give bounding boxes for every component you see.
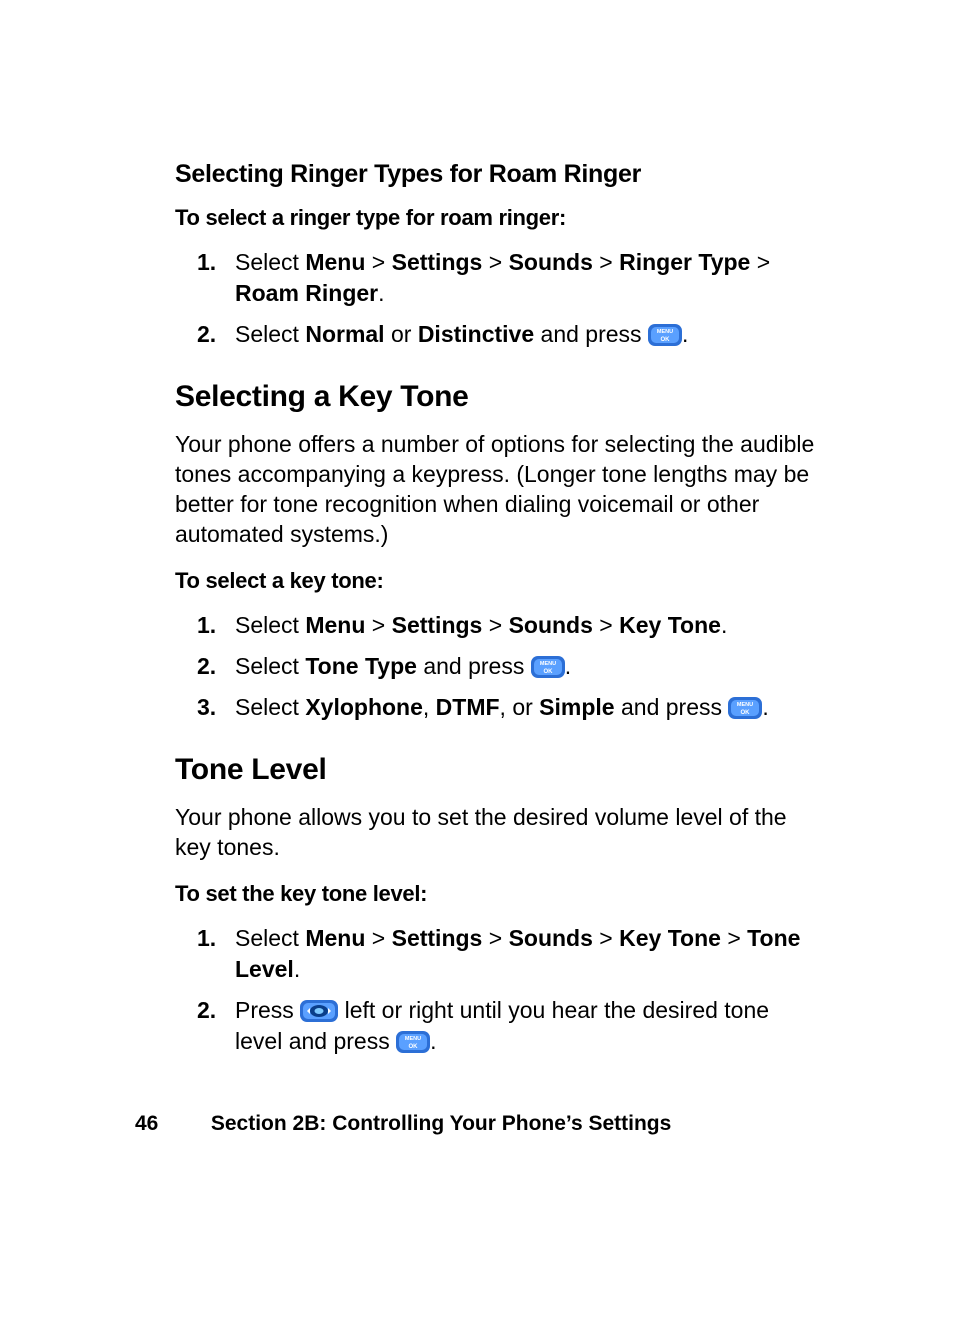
text: and press bbox=[534, 321, 648, 347]
roam-ringer-label: Roam Ringer bbox=[235, 280, 378, 306]
step-2: 2. Press left or right until you hear th… bbox=[235, 995, 819, 1057]
step-number: 1. bbox=[197, 247, 216, 278]
svg-text:OK: OK bbox=[543, 669, 553, 675]
intro-roam-ringer: To select a ringer type for roam ringer: bbox=[175, 205, 819, 231]
menu-ok-button-icon: MENU OK bbox=[396, 1031, 430, 1053]
svg-text:MENU: MENU bbox=[737, 702, 753, 708]
steps-roam-ringer: 1. Select Menu > Settings > Sounds > Rin… bbox=[175, 247, 819, 350]
sep: > bbox=[593, 249, 619, 275]
key-tone-label: Key Tone bbox=[619, 925, 721, 951]
text: , bbox=[423, 694, 436, 720]
menu-label: Menu bbox=[305, 249, 365, 275]
sep: > bbox=[721, 925, 747, 951]
text: or bbox=[385, 321, 418, 347]
intro-key-tone: To select a key tone: bbox=[175, 568, 819, 594]
settings-label: Settings bbox=[392, 249, 483, 275]
sep: > bbox=[365, 612, 391, 638]
sep: > bbox=[750, 249, 770, 275]
section-label: Section 2B: Controlling Your Phone’s Set… bbox=[211, 1112, 671, 1135]
period: . bbox=[378, 280, 384, 306]
text: Press bbox=[235, 997, 300, 1023]
text: , or bbox=[500, 694, 540, 720]
step-2: 2. Select Normal or Distinctive and pres… bbox=[235, 319, 819, 350]
sep: > bbox=[365, 249, 391, 275]
sounds-label: Sounds bbox=[509, 612, 593, 638]
intro-tone-level: To set the key tone level: bbox=[175, 881, 819, 907]
ringer-type-label: Ringer Type bbox=[619, 249, 750, 275]
text: Select bbox=[235, 249, 305, 275]
sep: > bbox=[482, 612, 508, 638]
step-number: 2. bbox=[197, 651, 216, 682]
steps-tone-level: 1. Select Menu > Settings > Sounds > Key… bbox=[175, 923, 819, 1057]
tone-type-label: Tone Type bbox=[305, 653, 417, 679]
distinctive-label: Distinctive bbox=[418, 321, 534, 347]
step-2: 2. Select Tone Type and press MENUOK. bbox=[235, 651, 819, 682]
step-number: 3. bbox=[197, 692, 216, 723]
period: . bbox=[565, 653, 571, 679]
step-1: 1. Select Menu > Settings > Sounds > Rin… bbox=[235, 247, 819, 309]
period: . bbox=[430, 1028, 436, 1054]
svg-text:OK: OK bbox=[660, 337, 670, 343]
menu-ok-button-icon: MENU OK bbox=[648, 324, 682, 346]
period: . bbox=[682, 321, 688, 347]
heading-roam-ringer: Selecting Ringer Types for Roam Ringer bbox=[175, 160, 819, 189]
settings-label: Settings bbox=[392, 612, 483, 638]
xylophone-label: Xylophone bbox=[305, 694, 423, 720]
sep: > bbox=[593, 612, 619, 638]
menu-label: Menu bbox=[305, 612, 365, 638]
svg-text:MENU: MENU bbox=[405, 1036, 421, 1042]
svg-text:OK: OK bbox=[409, 1044, 419, 1050]
period: . bbox=[721, 612, 727, 638]
text: Select bbox=[235, 925, 305, 951]
text: Select bbox=[235, 653, 305, 679]
text: and press bbox=[615, 694, 729, 720]
heading-tone-level: Tone Level bbox=[175, 753, 819, 787]
key-tone-label: Key Tone bbox=[619, 612, 721, 638]
heading-key-tone: Selecting a Key Tone bbox=[175, 380, 819, 414]
sep: > bbox=[482, 249, 508, 275]
step-number: 2. bbox=[197, 995, 216, 1026]
text: Select bbox=[235, 321, 305, 347]
sep: > bbox=[365, 925, 391, 951]
step-3: 3. Select Xylophone, DTMF, or Simple and… bbox=[235, 692, 819, 723]
svg-text:MENU: MENU bbox=[540, 661, 556, 667]
paragraph-tone-level: Your phone allows you to set the desired… bbox=[175, 803, 819, 863]
sounds-label: Sounds bbox=[509, 925, 593, 951]
document-page: Selecting Ringer Types for Roam Ringer T… bbox=[0, 0, 954, 1336]
period: . bbox=[294, 956, 300, 982]
period: . bbox=[762, 694, 768, 720]
navigation-pad-icon bbox=[300, 1000, 338, 1022]
menu-ok-button-icon: MENU OK bbox=[531, 656, 565, 678]
step-number: 1. bbox=[197, 923, 216, 954]
settings-label: Settings bbox=[392, 925, 483, 951]
step-1: 1. Select Menu > Settings > Sounds > Key… bbox=[235, 610, 819, 641]
paragraph-key-tone: Your phone offers a number of options fo… bbox=[175, 430, 819, 550]
svg-text:OK: OK bbox=[741, 710, 751, 716]
text: and press bbox=[417, 653, 531, 679]
dtmf-label: DTMF bbox=[436, 694, 500, 720]
menu-label: Menu bbox=[305, 925, 365, 951]
text: Select bbox=[235, 694, 305, 720]
page-number: 46 bbox=[135, 1112, 205, 1136]
sep: > bbox=[482, 925, 508, 951]
simple-label: Simple bbox=[539, 694, 614, 720]
svg-text:MENU: MENU bbox=[657, 329, 673, 335]
sep: > bbox=[593, 925, 619, 951]
step-number: 1. bbox=[197, 610, 216, 641]
text: Select bbox=[235, 612, 305, 638]
steps-key-tone: 1. Select Menu > Settings > Sounds > Key… bbox=[175, 610, 819, 723]
step-number: 2. bbox=[197, 319, 216, 350]
step-1: 1. Select Menu > Settings > Sounds > Key… bbox=[235, 923, 819, 985]
sounds-label: Sounds bbox=[509, 249, 593, 275]
page-footer: 46 Section 2B: Controlling Your Phone’s … bbox=[135, 1112, 671, 1136]
normal-label: Normal bbox=[305, 321, 384, 347]
menu-ok-button-icon: MENU OK bbox=[728, 697, 762, 719]
